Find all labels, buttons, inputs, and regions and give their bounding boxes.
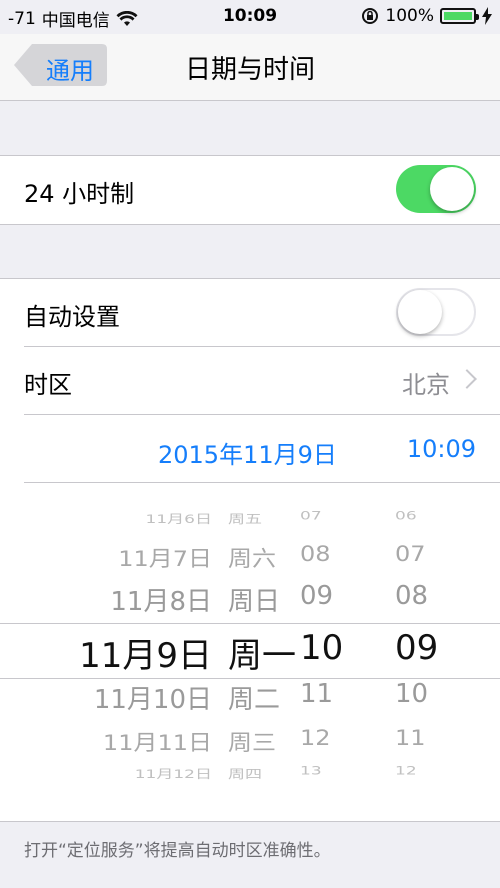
picker-weekday: 周四 [228,767,262,782]
rotation-lock-icon [362,8,379,24]
picker-weekday: 周一 [228,636,296,676]
picker-row[interactable]: 11月11日 周三 12 11 [0,725,500,761]
picker-row[interactable]: 11月8日 周日 09 08 [0,581,500,621]
chevron-right-icon [457,369,477,389]
toggle-knob [430,167,474,211]
page-title: 日期与时间 [184,55,315,85]
auto-set-label: 自动设置 [24,303,120,331]
hour24-label: 24 小时制 [24,180,135,208]
picker-hour: 07 [300,509,322,523]
battery-percent: 100% [385,6,434,26]
picker-row[interactable]: 11月10日 周二 11 10 [0,679,500,719]
picker-minute: 06 [395,509,417,523]
auto-set-toggle[interactable] [396,288,476,336]
location-footnote: 打开“定位服务”将提高自动时区准确性。 [24,841,331,861]
picker-row[interactable]: 11月12日 周四 13 12 [0,764,500,792]
selected-date[interactable]: 2015年11月9日 [158,435,337,470]
datetime-display-row: 2015年11月9日 10:09 [0,415,500,483]
hour24-toggle[interactable] [396,165,476,213]
selected-time[interactable]: 10:09 [407,435,476,463]
navigation-bar: 通用 日期与时间 [0,34,500,101]
picker-weekday: 周五 [228,512,262,527]
timezone-row[interactable]: 时区 北京 [0,347,500,415]
status-right: 100% [361,6,492,26]
picker-hour: 09 [300,581,334,611]
picker-date: 11月7日 [118,546,212,572]
charging-icon [482,7,492,25]
timezone-value: 北京 [402,371,450,399]
picker-weekday: 周二 [228,685,281,715]
picker-date: 11月11日 [102,730,212,756]
picker-minute: 12 [395,764,417,778]
picker-hour: 13 [300,764,322,778]
picker-minute: 07 [395,541,426,567]
picker-weekday: 周三 [228,730,276,756]
picker-minute: 11 [395,725,426,751]
hour-format-group: 24 小时制 [0,155,500,225]
battery-icon [440,8,479,24]
toggle-knob [398,290,442,334]
picker-hour: 12 [300,725,331,751]
hour24-row: 24 小时制 [0,156,500,224]
picker-date: 11月10日 [93,685,212,715]
status-bar: -71 中国电信 10:09 100% [0,0,500,34]
picker-minute: 08 [395,581,429,611]
picker-row[interactable]: 11月7日 周六 08 07 [0,541,500,577]
picker-hour: 11 [300,679,334,709]
date-time-group: 自动设置 时区 北京 2015年11月9日 10:09 11月6日 周五 07 06 1… [0,278,500,822]
picker-date: 11月9日 [79,636,212,676]
picker-minute: 09 [395,628,439,668]
picker-date: 11月8日 [110,587,212,617]
picker-row-selected[interactable]: 11月9日 周一 10 09 [0,628,500,676]
picker-weekday: 周六 [228,546,276,572]
picker-date: 11月6日 [145,512,212,527]
picker-hour: 10 [300,628,344,668]
timezone-label: 时区 [24,371,72,399]
date-time-picker[interactable]: 11月6日 周五 07 06 11月7日 周六 08 07 11月8日 周日 09 08 11月9日 周一… [0,483,500,821]
picker-date: 11月12日 [134,767,212,782]
picker-row[interactable]: 11月6日 周五 07 06 [0,509,500,537]
picker-hour: 08 [300,541,331,567]
picker-minute: 10 [395,679,429,709]
auto-set-row: 自动设置 [0,279,500,347]
picker-weekday: 周日 [228,587,281,617]
